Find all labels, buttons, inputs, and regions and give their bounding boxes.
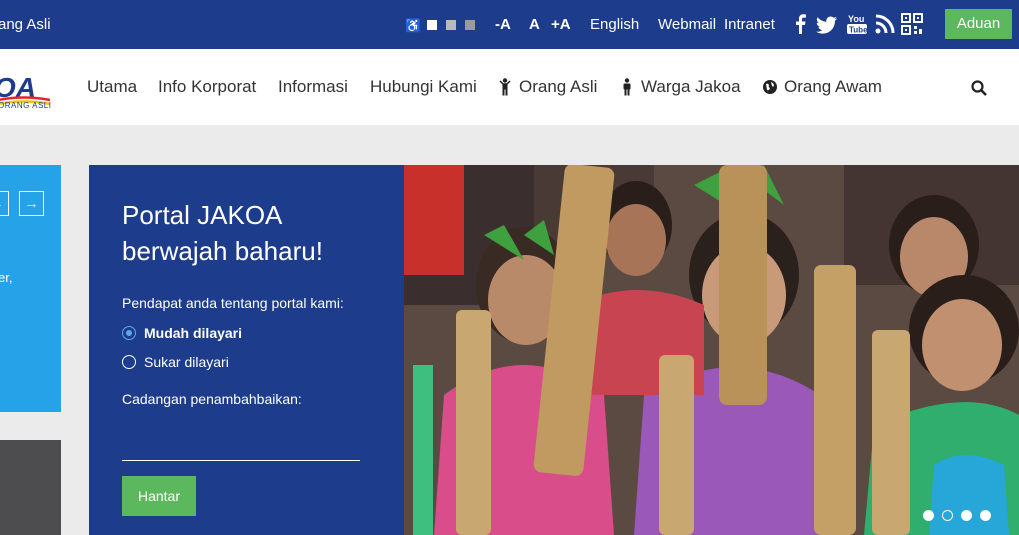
- font-reset-button[interactable]: A: [529, 16, 540, 33]
- nav-label: Utama: [87, 77, 138, 96]
- slider-dots: [923, 510, 991, 521]
- accessibility-icon[interactable]: ♿: [405, 18, 421, 34]
- poll-option-sukar[interactable]: Sukar dilayari: [122, 354, 229, 370]
- webmail-link[interactable]: Webmail: [658, 16, 716, 33]
- suggestion-input[interactable]: [122, 425, 360, 461]
- main-nav: OA ORANG ASLI Utama Info Korporat Inform…: [0, 49, 1019, 125]
- nav-orang-awam[interactable]: Orang Awam: [762, 77, 882, 97]
- nav-informasi[interactable]: Informasi: [278, 77, 348, 97]
- hero-photo: [404, 165, 1019, 535]
- nav-info-korporat[interactable]: Info Korporat: [158, 77, 256, 97]
- nav-label: Orang Asli: [519, 77, 598, 96]
- top-bar: ang Asli ♿ -A A +A English Webmail Intra…: [0, 0, 1019, 49]
- option-label: Sukar dilayari: [144, 354, 229, 370]
- person-icon: [623, 78, 631, 96]
- slider-dot[interactable]: [923, 510, 934, 521]
- poll-title: Portal JAKOA berwajah baharu!: [122, 200, 323, 266]
- youtube-icon[interactable]: You Tube: [846, 12, 868, 36]
- nav-orang-asli[interactable]: Orang Asli: [497, 77, 597, 97]
- suggestion-label: Cadangan penambahbaikan:: [122, 391, 302, 407]
- poll-panel: Portal JAKOA berwajah baharu! Pendapat a…: [89, 165, 404, 535]
- aduan-button[interactable]: Aduan: [945, 9, 1012, 39]
- radio-unselected[interactable]: [122, 355, 136, 369]
- logo-subtitle: ORANG ASLI: [0, 101, 52, 110]
- nav-label: Hubungi Kami: [370, 77, 477, 96]
- nav-utama[interactable]: Utama: [87, 77, 137, 97]
- globe-icon: [763, 80, 777, 94]
- contrast-white-button[interactable]: [427, 20, 437, 30]
- svg-text:You: You: [848, 14, 864, 24]
- nav-warga-jakoa[interactable]: Warga Jakoa: [619, 77, 741, 97]
- nav-label: Info Korporat: [158, 77, 257, 96]
- twitter-icon[interactable]: [813, 12, 839, 36]
- left-info-panel: ← → er,: [0, 165, 61, 412]
- submit-button[interactable]: Hantar: [122, 476, 196, 516]
- slider-dot[interactable]: [961, 510, 972, 521]
- nav-hubungi-kami[interactable]: Hubungi Kami: [370, 77, 477, 97]
- poll-question: Pendapat anda tentang portal kami:: [122, 295, 344, 311]
- language-link[interactable]: English: [590, 16, 639, 33]
- hero-slider[interactable]: [404, 165, 1019, 535]
- font-decrease-button[interactable]: -A: [495, 16, 511, 33]
- radio-selected[interactable]: [122, 326, 136, 340]
- font-increase-button[interactable]: +A: [551, 16, 571, 33]
- next-arrow-button[interactable]: →: [19, 191, 44, 216]
- svg-text:Tube: Tube: [849, 26, 868, 35]
- prev-arrow-button[interactable]: ←: [0, 191, 9, 216]
- slider-dot-active[interactable]: [942, 510, 953, 521]
- poll-option-mudah[interactable]: Mudah dilayari: [122, 325, 242, 341]
- intranet-link[interactable]: Intranet: [724, 16, 775, 33]
- contrast-light-gray-button[interactable]: [446, 20, 456, 30]
- facebook-icon[interactable]: [790, 12, 812, 36]
- person-icon: [499, 78, 511, 96]
- brand-text: ang Asli: [0, 16, 51, 33]
- nav-label: Orang Awam: [784, 77, 882, 96]
- rss-icon[interactable]: [874, 12, 896, 36]
- nav-label: Informasi: [278, 77, 348, 96]
- panel-text-fragment: er,: [0, 270, 13, 285]
- search-icon[interactable]: [970, 79, 988, 97]
- slider-dot[interactable]: [980, 510, 991, 521]
- option-label: Mudah dilayari: [144, 325, 243, 341]
- nav-label: Warga Jakoa: [641, 77, 741, 96]
- left-gray-panel: [0, 440, 61, 535]
- qr-code-icon[interactable]: [901, 12, 923, 36]
- contrast-gray-button[interactable]: [465, 20, 475, 30]
